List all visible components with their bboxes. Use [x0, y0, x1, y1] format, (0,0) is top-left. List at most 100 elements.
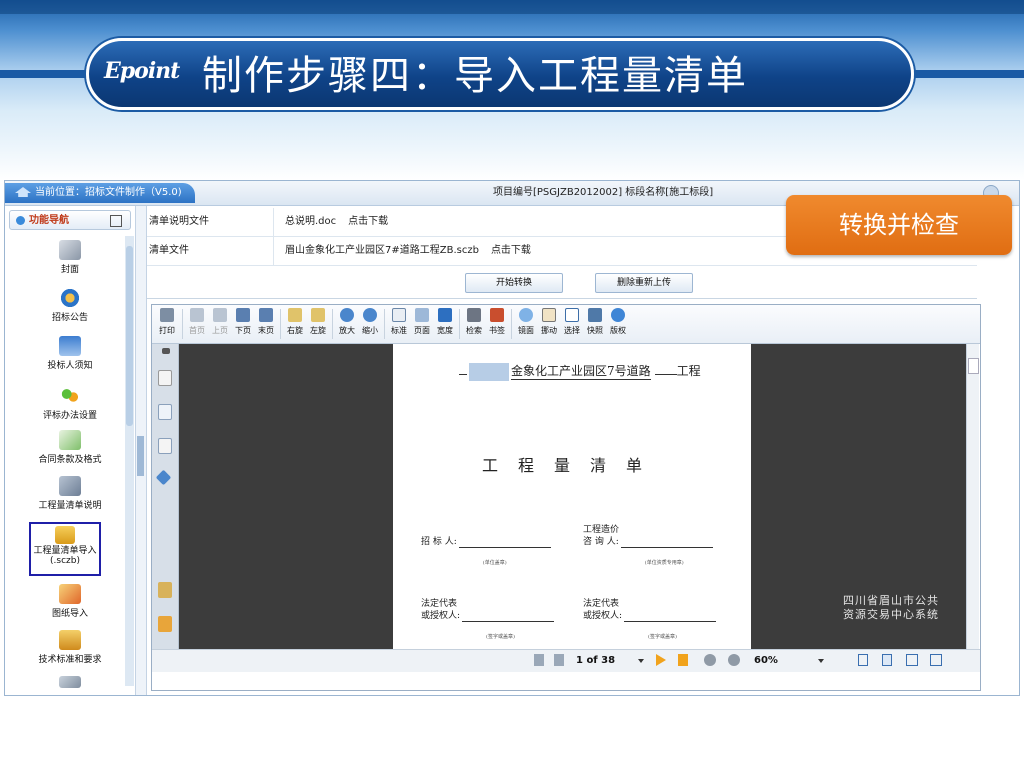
layers-panel-icon[interactable]: [155, 469, 172, 486]
document-canvas[interactable]: 金象化工产业园区7号道路 工程 工程量清单 招 标 人: (单位盖章) 工程造价 咨…: [179, 344, 966, 649]
more-item-icon: [59, 676, 81, 688]
document-viewer: 打印 首页 上页 下页 末页 右旋 左旋 放大 缩小 标准 页面 宽度 检索 书…: [151, 304, 981, 691]
document-header: 金象化工产业园区7号道路 工程: [459, 362, 739, 381]
prev-page-button[interactable]: 上页: [209, 307, 231, 336]
fit-width-button[interactable]: 宽度: [434, 307, 456, 336]
copy-icon[interactable]: [110, 215, 122, 227]
toolbar-label: 宽度: [437, 326, 453, 335]
back-icon[interactable]: [704, 654, 716, 666]
snapshot-button[interactable]: 快照: [584, 307, 606, 336]
last-page-status-icon[interactable]: [678, 654, 688, 666]
divider: [273, 237, 274, 265]
copyright-button[interactable]: 版权: [607, 307, 629, 336]
sidebar-item-more[interactable]: [15, 676, 125, 690]
sidebar-item-cover[interactable]: 封面: [15, 240, 125, 275]
expand-panel-icon[interactable]: [162, 348, 170, 354]
last-page-button[interactable]: 末页: [255, 307, 277, 336]
sidebar-item-tech-standards[interactable]: 技术标准和要求: [15, 630, 125, 665]
pages-panel-icon[interactable]: [158, 370, 172, 386]
fit-width-icon: [438, 308, 452, 322]
redacted-block: [469, 362, 509, 381]
header-line-left: [0, 70, 92, 78]
viewer-scrollbar[interactable]: [966, 344, 979, 649]
convert-check-callout: 转换并检查: [786, 195, 1012, 255]
tech-standards-icon: [59, 630, 81, 650]
fit-page-button[interactable]: 页面: [411, 307, 433, 336]
sidebar-item-drawing-import[interactable]: 图纸导入: [15, 584, 125, 619]
toolbar-label: 书签: [489, 326, 505, 335]
sidebar-item-label: 评标办法设置: [42, 411, 97, 421]
viewer-status-bar: 1 of 38 60%: [152, 649, 980, 672]
breadcrumb: 当前位置：招标文件制作（V5.0): [5, 183, 195, 203]
toolbar-label: 左旋: [310, 326, 326, 335]
sidebar-item-bill-import[interactable]: 工程量清单导入 (.sczb): [29, 522, 101, 576]
signature-line: (单位盖章): [458, 547, 551, 566]
rotate-left-button[interactable]: 左旋: [307, 307, 329, 336]
sidebar-item-label: 图纸导入: [51, 609, 88, 619]
field-label: 法定代表: [421, 599, 458, 609]
prev-page-status-icon[interactable]: [554, 654, 564, 666]
next-page-button[interactable]: 下页: [232, 307, 254, 336]
toolbar-label: 选择: [564, 326, 580, 335]
facing-view-icon[interactable]: [906, 654, 918, 666]
epoint-logo: Epoint: [104, 58, 180, 84]
magnifier-button[interactable]: 镜面: [515, 307, 537, 336]
sidebar-item-bill-description[interactable]: 工程量清单说明: [15, 476, 125, 511]
select-text-button[interactable]: 选择: [561, 307, 583, 336]
signature-line: (签字或盖章): [462, 621, 555, 640]
viewer-scroll-thumb[interactable]: [968, 358, 979, 374]
sidebar-item-bidder-notice[interactable]: 投标人须知: [15, 336, 125, 371]
next-page-status-icon[interactable]: [656, 654, 666, 666]
sidebar-item-contract[interactable]: 合同条款及格式: [15, 430, 125, 465]
forward-icon[interactable]: [728, 654, 740, 666]
sidebar-item-evaluation[interactable]: 评标办法设置: [15, 386, 125, 421]
main-panel: 清单说明文件 总说明.doc 点击下载 清单文件 眉山金象化工产业园区7#道路工程…: [147, 206, 1019, 695]
rotate-right-button[interactable]: 右旋: [284, 307, 306, 336]
hand-tool-button[interactable]: 挪动: [538, 307, 560, 336]
sidebar-item-announcement[interactable]: 招标公告: [15, 288, 125, 323]
header-project: 金象化工产业园区7号道路: [511, 364, 651, 380]
thumbnails-panel-icon[interactable]: [158, 404, 172, 420]
watermark: 四川省眉山市公共 资源交易中心系统: [843, 594, 939, 622]
sidebar-item-label: 封面: [60, 265, 79, 275]
zoom-dropdown-icon[interactable]: [818, 659, 824, 663]
document-title: 工程量清单: [481, 456, 662, 475]
facing-continuous-view-icon[interactable]: [930, 654, 942, 666]
signatures-panel-icon[interactable]: [158, 616, 172, 632]
sidebar-item-label: 招标公告: [51, 313, 88, 323]
zoom-in-button[interactable]: 放大: [336, 307, 358, 336]
sidebar-scrollbar[interactable]: [125, 236, 134, 686]
first-page-status-icon[interactable]: [534, 654, 544, 666]
viewer-bottom-pad: [152, 672, 980, 690]
delete-reupload-button[interactable]: 删除重新上传: [595, 273, 693, 293]
field-label: 招 标 人:: [421, 537, 457, 547]
convert-button[interactable]: 开始转换: [465, 273, 563, 293]
contract-terms-icon: [59, 430, 81, 450]
zoom-level[interactable]: 60%: [754, 650, 778, 672]
actual-size-button[interactable]: 标准: [388, 307, 410, 336]
bookmark-button[interactable]: 书签: [486, 307, 508, 336]
page-dropdown-icon[interactable]: [638, 659, 644, 663]
download-link[interactable]: 点击下载: [491, 245, 531, 256]
search-button[interactable]: 检索: [463, 307, 485, 336]
sidebar-collapse-bar[interactable]: [136, 206, 147, 695]
nav-header-label: 功能导航: [29, 215, 69, 226]
collapse-handle[interactable]: [137, 436, 144, 476]
next-page-icon: [236, 308, 250, 322]
consultant-field: 工程造价 咨 询 人: (单位资质专用章): [583, 524, 713, 566]
page-indicator[interactable]: 1 of 38: [576, 650, 615, 672]
fit-page-icon: [415, 308, 429, 322]
attachments-panel-icon[interactable]: [158, 582, 172, 598]
toolbar-label: 挪动: [541, 326, 557, 335]
download-link[interactable]: 点击下载: [348, 216, 388, 227]
single-page-view-icon[interactable]: [858, 654, 868, 666]
field-label: 法定代表: [583, 599, 620, 609]
sidebar-scroll-thumb[interactable]: [126, 246, 133, 426]
header-underline: [459, 374, 467, 375]
print-button[interactable]: 打印: [156, 307, 178, 336]
continuous-view-icon[interactable]: [882, 654, 892, 666]
evaluation-settings-icon: [59, 386, 81, 406]
annotations-panel-icon[interactable]: [158, 438, 172, 454]
zoom-out-button[interactable]: 缩小: [359, 307, 381, 336]
first-page-button[interactable]: 首页: [186, 307, 208, 336]
